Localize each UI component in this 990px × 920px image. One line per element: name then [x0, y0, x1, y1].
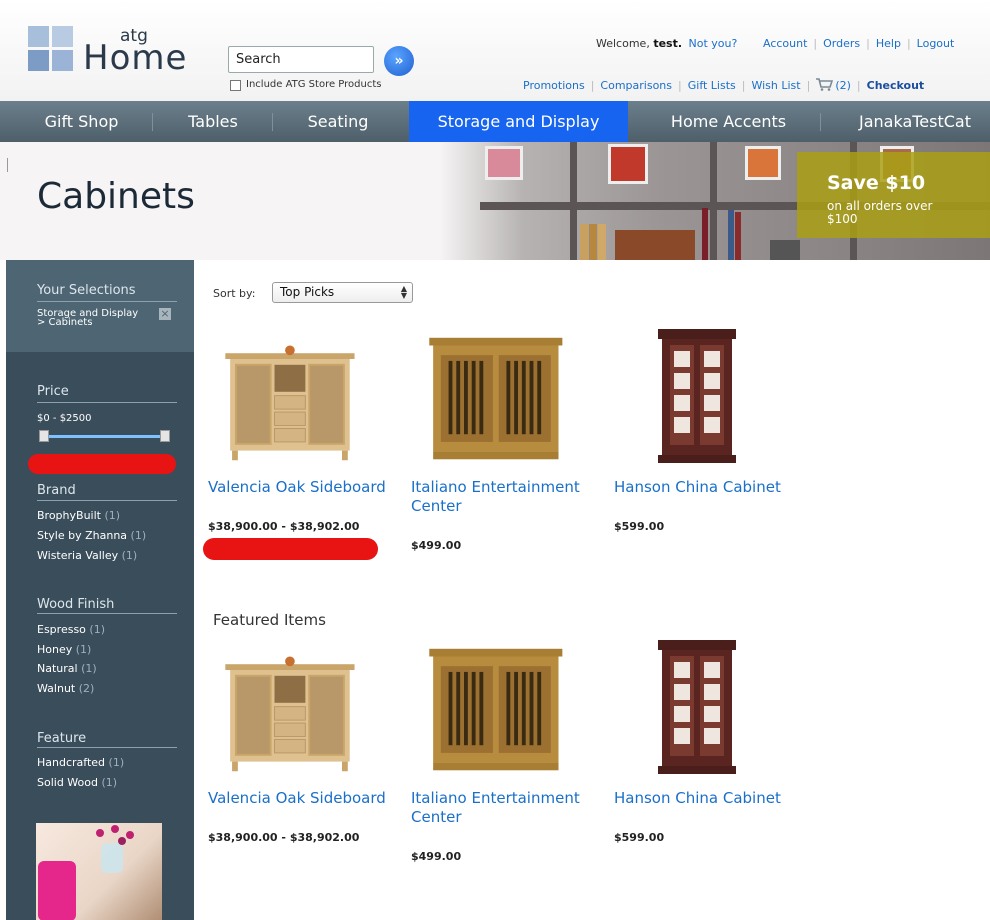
include-atg-label: Include ATG Store Products	[246, 79, 382, 90]
selection-crumb: Storage and Display > Cabinets	[37, 308, 139, 328]
select-arrows-icon: ▲ ▼	[400, 284, 407, 300]
product-name-link[interactable]: Italiano Entertainment Center	[411, 789, 591, 827]
comparisons-link[interactable]: Comparisons	[600, 79, 672, 92]
price-slider-min-handle[interactable]	[39, 430, 49, 442]
featured-product-card[interactable]: Valencia Oak Sideboard $38,900.00 - $38,…	[208, 643, 398, 868]
nav-gift-shop[interactable]: Gift Shop	[0, 101, 163, 142]
price-range-value: $0 - $2500	[37, 413, 92, 424]
product-name-link[interactable]: Valencia Oak Sideboard	[208, 478, 388, 497]
atg-home-logo[interactable]: atg Home	[28, 24, 208, 84]
welcome-message: Welcome, test. Not you?	[596, 37, 738, 50]
product-card[interactable]: Hanson China Cabinet $599.00	[614, 327, 804, 552]
facet-brand-style-by-zhanna[interactable]: Style by Zhanna (1)	[37, 529, 146, 542]
redaction-mark	[28, 454, 176, 474]
nav-seating[interactable]: Seating	[278, 101, 398, 142]
product-price: $599.00	[614, 831, 665, 844]
nav-home-accents[interactable]: Home Accents	[640, 101, 817, 142]
featured-items-heading: Featured Items	[213, 611, 326, 629]
sort-label: Sort by:	[213, 287, 256, 300]
facet-feature-handcrafted[interactable]: Handcrafted (1)	[37, 756, 124, 769]
product-name-link[interactable]: Valencia Oak Sideboard	[208, 789, 388, 808]
nav-janakatestcat[interactable]: JanakaTestCat	[840, 101, 990, 142]
gift-lists-link[interactable]: Gift Lists	[688, 79, 736, 92]
not-you-link[interactable]: Not you?	[689, 37, 738, 50]
page-title: Cabinets	[37, 176, 195, 217]
facet-wood-walnut[interactable]: Walnut (2)	[37, 682, 94, 695]
sideboard-image[interactable]	[208, 643, 368, 778]
facet-wood-natural[interactable]: Natural (1)	[37, 662, 97, 675]
product-card[interactable]: Valencia Oak Sideboard $38,900.00 - $38,…	[208, 332, 398, 557]
feature-facet-title: Feature	[37, 731, 87, 746]
wood-finish-facet-title: Wood Finish	[37, 597, 115, 612]
search-go-button[interactable]: »	[384, 46, 414, 76]
nav-storage-and-display[interactable]: Storage and Display	[409, 101, 628, 142]
welcome-user: test.	[653, 37, 683, 50]
search-input[interactable]	[228, 46, 374, 73]
product-name-link[interactable]: Hanson China Cabinet	[614, 789, 794, 808]
your-selections-title: Your Selections	[37, 283, 136, 298]
wish-list-link[interactable]: Wish List	[751, 79, 800, 92]
promo-banner[interactable]: Save $10 on all orders over $100	[797, 152, 990, 238]
product-name-link[interactable]: Italiano Entertainment Center	[411, 478, 591, 516]
entertainment-center-image[interactable]	[411, 332, 571, 467]
product-name-link[interactable]: Hanson China Cabinet	[614, 478, 794, 497]
price-slider-max-handle[interactable]	[160, 430, 170, 442]
your-selections-panel: Your Selections Storage and Display > Ca…	[6, 260, 194, 352]
featured-product-card[interactable]: Italiano Entertainment Center $499.00	[411, 643, 601, 868]
promo-subtext: on all orders over $100	[827, 199, 933, 226]
price-facet-title: Price	[37, 384, 69, 399]
price-slider-track[interactable]	[43, 435, 167, 438]
account-link[interactable]: Account	[763, 37, 807, 50]
nav-tables[interactable]: Tables	[163, 101, 263, 142]
china-cabinet-image[interactable]	[614, 327, 774, 467]
facet-brand-wisteria-valley[interactable]: Wisteria Valley (1)	[37, 549, 137, 562]
china-cabinet-image[interactable]	[614, 638, 774, 778]
logo-squares-icon	[28, 26, 74, 72]
remove-selection-icon[interactable]: ×	[159, 308, 171, 320]
cart-icon[interactable]	[816, 78, 834, 91]
sort-select[interactable]: Top Picks ▲ ▼	[272, 282, 413, 303]
help-link[interactable]: Help	[876, 37, 901, 50]
product-price: $38,900.00 - $38,902.00	[208, 520, 360, 533]
facet-brand-brophybuilt[interactable]: BrophyBuilt (1)	[37, 509, 120, 522]
facet-feature-solid-wood[interactable]: Solid Wood (1)	[37, 776, 117, 789]
promo-headline: Save $10	[827, 172, 926, 194]
account-links: Account | Orders | Help | Logout	[763, 37, 955, 50]
logo-home-text: Home	[83, 38, 188, 78]
include-atg-checkbox[interactable]	[230, 80, 241, 91]
facet-wood-espresso[interactable]: Espresso (1)	[37, 623, 105, 636]
product-price: $38,900.00 - $38,902.00	[208, 831, 360, 844]
product-price: $499.00	[411, 850, 462, 863]
product-price: $499.00	[411, 539, 462, 552]
category-banner: Cabinets Save $10 on all orders over $10…	[0, 142, 990, 260]
shopping-links: Promotions | Comparisons | Gift Lists | Wish L…	[523, 78, 925, 92]
sideboard-image[interactable]	[208, 332, 368, 467]
product-card[interactable]: Italiano Entertainment Center $499.00	[411, 332, 601, 557]
brand-facet-title: Brand	[37, 483, 76, 498]
logout-link[interactable]: Logout	[917, 37, 955, 50]
product-price: $599.00	[614, 520, 665, 533]
facet-wood-honey[interactable]: Honey (1)	[37, 643, 91, 656]
cart-count[interactable]: (2)	[835, 79, 851, 92]
sidebar-promo-image[interactable]	[36, 823, 162, 920]
promotions-link[interactable]: Promotions	[523, 79, 585, 92]
orders-link[interactable]: Orders	[823, 37, 860, 50]
refinement-sidebar: Your Selections Storage and Display > Ca…	[6, 260, 194, 920]
featured-product-card[interactable]: Hanson China Cabinet $599.00	[614, 638, 804, 863]
entertainment-center-image[interactable]	[411, 643, 571, 778]
redaction-mark	[203, 538, 378, 560]
checkout-link[interactable]: Checkout	[867, 79, 925, 92]
category-nav: Gift Shop Tables Seating Storage and Dis…	[0, 101, 990, 142]
site-header: atg Home » Include ATG Store Products We…	[0, 0, 990, 101]
